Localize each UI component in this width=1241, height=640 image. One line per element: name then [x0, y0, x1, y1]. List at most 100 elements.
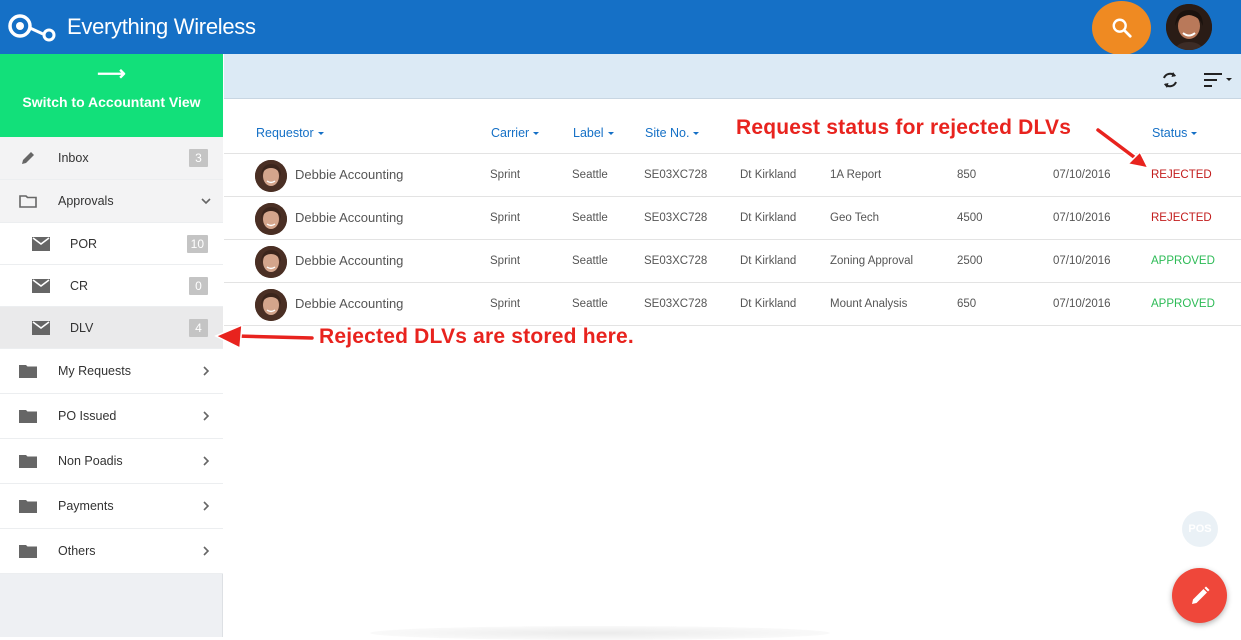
annotation-dlv-note: Rejected DLVs are stored here.	[319, 325, 634, 348]
search-icon	[1112, 18, 1132, 38]
pos-floating-badge[interactable]: POS	[1182, 511, 1218, 547]
header-label: Carrier	[491, 126, 530, 140]
column-header-carrier[interactable]: Carrier	[491, 126, 540, 140]
label-cell: Seattle	[572, 212, 608, 224]
folder-icon	[18, 497, 38, 515]
date-cell: 07/10/2016	[1053, 298, 1111, 310]
user-avatar[interactable]	[1166, 4, 1212, 50]
chevron-right-icon	[203, 366, 210, 376]
sidebar-item-label: Approvals	[58, 194, 114, 208]
location-cell: Dt Kirkland	[740, 298, 797, 310]
date-cell: 07/10/2016	[1053, 255, 1111, 267]
requestor-cell: Debbie Accounting	[295, 210, 404, 225]
sidebar-item-label: DLV	[70, 320, 94, 335]
status-badge: APPROVED	[1151, 255, 1215, 267]
amount-cell: 850	[957, 169, 977, 181]
table-row[interactable]: Debbie Accounting Sprint Seattle SE03XC7…	[224, 240, 1241, 283]
sidebar-item-label: PO Issued	[58, 409, 117, 423]
sidebar-item-label: Inbox	[58, 151, 89, 165]
compose-button[interactable]	[1172, 568, 1227, 623]
count-badge: 4	[189, 318, 208, 337]
user-avatar-image	[1166, 4, 1212, 50]
service-cell: Mount Analysis	[830, 298, 908, 310]
status-badge: APPROVED	[1151, 298, 1215, 310]
service-cell: 1A Report	[830, 169, 882, 181]
header-label: Site No.	[645, 126, 690, 140]
sidebar-item-po-issued[interactable]: PO Issued	[0, 394, 223, 439]
caret-down-icon	[607, 132, 614, 136]
avatar	[255, 289, 287, 321]
table-header: Requestor Carrier Label Site No. Status	[224, 110, 1241, 154]
pencil-icon	[18, 149, 38, 167]
requestor-cell: Debbie Accounting	[295, 253, 404, 268]
chevron-right-icon	[203, 456, 210, 466]
sort-icon[interactable]	[1204, 72, 1232, 88]
location-cell: Dt Kirkland	[740, 255, 797, 267]
carrier-cell: Sprint	[490, 212, 521, 224]
sidebar-item-label: Payments	[58, 499, 114, 513]
table-row[interactable]: Debbie Accounting Sprint Seattle SE03XC7…	[224, 283, 1241, 326]
label-cell: Seattle	[572, 169, 608, 181]
sidebar-item-payments[interactable]: Payments	[0, 484, 223, 529]
search-button[interactable]	[1092, 1, 1151, 55]
column-header-site[interactable]: Site No.	[645, 126, 700, 140]
table-row[interactable]: Debbie Accounting Sprint Seattle SE03XC7…	[224, 197, 1241, 240]
folder-icon	[18, 362, 38, 380]
switch-to-accountant-view-button[interactable]: ⟶ Switch to Accountant View	[0, 54, 223, 137]
column-header-requestor[interactable]: Requestor	[256, 126, 324, 140]
site-cell: SE03XC728	[644, 298, 708, 310]
location-cell: Dt Kirkland	[740, 169, 797, 181]
sidebar: ⟶ Switch to Accountant View Inbox 3 Appr…	[0, 54, 223, 637]
caret-down-icon	[693, 132, 700, 136]
sidebar-item-label: Non Poadis	[58, 454, 123, 468]
refresh-icon[interactable]	[1160, 70, 1180, 90]
switch-view-label: Switch to Accountant View	[22, 94, 201, 110]
bottom-shadow	[370, 626, 830, 640]
arrow-right-icon: ⟶	[97, 63, 126, 85]
requests-table: Requestor Carrier Label Site No. Status …	[224, 110, 1241, 326]
amount-cell: 4500	[957, 212, 983, 224]
edit-pencil-icon	[1191, 586, 1209, 604]
folder-outline-icon	[18, 192, 38, 210]
carrier-cell: Sprint	[490, 169, 521, 181]
avatar	[255, 160, 287, 192]
table-row[interactable]: Debbie Accounting Sprint Seattle SE03XC7…	[224, 154, 1241, 197]
site-cell: SE03XC728	[644, 255, 708, 267]
nav-list: Inbox 3 Approvals POR 10 CR 0 DLV 4 My R…	[0, 137, 223, 574]
count-badge: 10	[186, 234, 208, 253]
service-cell: Geo Tech	[830, 212, 880, 224]
requestor-cell: Debbie Accounting	[295, 167, 404, 182]
column-header-label[interactable]: Label	[573, 126, 614, 140]
sidebar-item-cr[interactable]: CR 0	[0, 265, 223, 307]
folder-icon	[18, 542, 38, 560]
sidebar-item-label: POR	[70, 236, 98, 251]
amount-cell: 650	[957, 298, 977, 310]
header-label: Requestor	[256, 126, 314, 140]
sidebar-item-approvals[interactable]: Approvals	[0, 180, 223, 223]
site-cell: SE03XC728	[644, 169, 708, 181]
annotation-arrow-icon	[1094, 126, 1150, 170]
sidebar-item-label: CR	[70, 278, 89, 293]
chevron-down-icon	[201, 198, 211, 205]
carrier-cell: Sprint	[490, 255, 521, 267]
top-app-bar: Everything Wireless	[0, 0, 1241, 55]
annotation-arrow-icon	[214, 323, 316, 350]
avatar	[255, 203, 287, 235]
main-toolbar	[224, 54, 1241, 99]
sidebar-item-label: Others	[58, 544, 96, 558]
sidebar-item-my-requests[interactable]: My Requests	[0, 349, 223, 394]
sidebar-item-others[interactable]: Others	[0, 529, 223, 574]
annotation-status-note: Request status for rejected DLVs	[736, 116, 1072, 139]
label-cell: Seattle	[572, 255, 608, 267]
folder-icon	[18, 452, 38, 470]
app-title: Everything Wireless	[67, 14, 256, 39]
chevron-right-icon	[203, 411, 210, 421]
sidebar-item-dlv[interactable]: DLV 4	[0, 307, 223, 349]
caret-down-icon	[533, 132, 540, 136]
sidebar-item-por[interactable]: POR 10	[0, 223, 223, 265]
logo-icon	[8, 14, 56, 42]
status-badge: REJECTED	[1151, 212, 1212, 224]
sidebar-item-non-poadis[interactable]: Non Poadis	[0, 439, 223, 484]
status-badge: REJECTED	[1151, 169, 1212, 181]
sidebar-item-inbox[interactable]: Inbox 3	[0, 137, 223, 180]
